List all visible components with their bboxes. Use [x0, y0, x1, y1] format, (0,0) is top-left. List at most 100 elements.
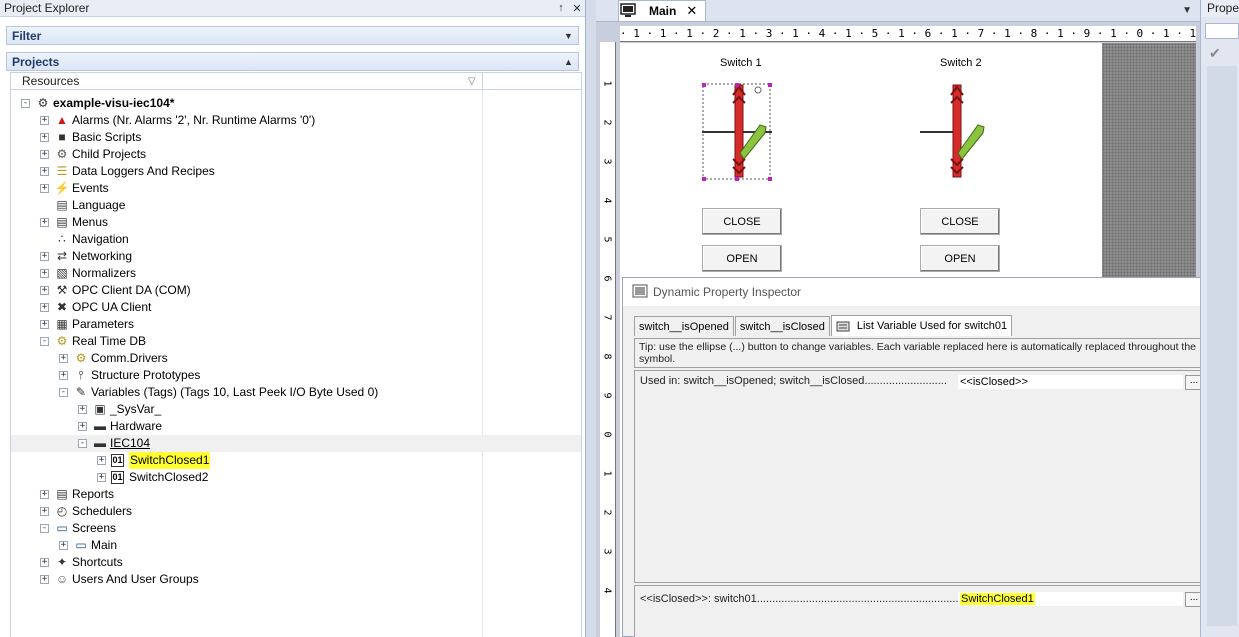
- switch1-open-button[interactable]: OPEN: [702, 245, 782, 272]
- tree-item[interactable]: - ⚙ Real Time DB: [11, 333, 581, 350]
- tab-list-chevron-icon[interactable]: ▼: [1182, 5, 1192, 16]
- chevron-down-icon[interactable]: ▼: [564, 31, 578, 41]
- tree-item[interactable]: - ▬ IEC104: [11, 435, 581, 452]
- tree-item[interactable]: + ✦ Shortcuts: [11, 554, 581, 571]
- variables-icon: ✎: [75, 385, 87, 399]
- chevron-up-icon[interactable]: ▲: [564, 57, 578, 67]
- tree-item[interactable]: + ▤ Menus: [11, 214, 581, 231]
- switch2-graphic: [920, 84, 985, 178]
- switch2-close-button[interactable]: CLOSE: [920, 208, 1000, 235]
- mapping-value-field[interactable]: SwitchClosed1: [958, 592, 1183, 606]
- tree-item[interactable]: ∴ Navigation: [11, 231, 581, 248]
- tree-item[interactable]: - ▭ Screens: [11, 520, 581, 537]
- ruler-number: 2: [601, 509, 613, 516]
- expand-icon[interactable]: +: [97, 473, 106, 482]
- tree-item-label: Language: [72, 198, 126, 212]
- tab-list-variable-used[interactable]: List Variable Used for switch01: [830, 315, 1013, 336]
- tree-item[interactable]: - ⚙ example-visu-iec104*: [11, 95, 581, 112]
- switch1-close-button[interactable]: CLOSE: [702, 208, 782, 235]
- expand-icon[interactable]: +: [78, 405, 87, 414]
- tree-item[interactable]: + ⚙ Comm.Drivers: [11, 350, 581, 367]
- expand-icon[interactable]: +: [78, 422, 87, 431]
- tree-item[interactable]: + ◴ Schedulers: [11, 503, 581, 520]
- tree-item[interactable]: + ⫯ Structure Prototypes: [11, 367, 581, 384]
- tree-item[interactable]: - ✎ Variables (Tags) (Tags 10, Last Peek I…: [11, 384, 581, 401]
- tree-item[interactable]: + ■ Basic Scripts: [11, 129, 581, 146]
- gears-icon: ⚙: [56, 147, 68, 161]
- tree-item-label: Screens: [72, 521, 117, 535]
- collapse-icon[interactable]: -: [59, 388, 68, 397]
- tree-item[interactable]: + ⚙ Child Projects: [11, 146, 581, 163]
- tree-item[interactable]: + ▦ Parameters: [11, 316, 581, 333]
- tree-item[interactable]: + ☺ Users And User Groups: [11, 571, 581, 588]
- tree-item[interactable]: + ☰ Data Loggers And Recipes: [11, 163, 581, 180]
- tree-item[interactable]: + ⚒ OPC Client DA (COM): [11, 282, 581, 299]
- expand-icon[interactable]: +: [40, 150, 49, 159]
- expand-icon[interactable]: +: [40, 507, 49, 516]
- tree-item[interactable]: +01 SwitchClosed1: [11, 452, 581, 469]
- collapse-icon[interactable]: -: [40, 524, 49, 533]
- tree-item-label: Child Projects: [72, 147, 147, 161]
- tab-switch-isclosed[interactable]: switch__isClosed: [734, 316, 830, 336]
- expand-icon[interactable]: +: [40, 490, 49, 499]
- tree-item-label: Alarms (Nr. Alarms '2', Nr. Runtime Alar…: [72, 113, 316, 127]
- switch2-symbol[interactable]: [920, 83, 990, 181]
- collapse-icon[interactable]: -: [40, 337, 49, 346]
- expand-icon[interactable]: +: [40, 252, 49, 261]
- expand-icon[interactable]: +: [40, 286, 49, 295]
- pin-icon[interactable]: ↑: [553, 2, 569, 14]
- expand-icon[interactable]: +: [59, 371, 68, 380]
- tree-item[interactable]: + ✖ OPC UA Client: [11, 299, 581, 316]
- expand-icon[interactable]: +: [59, 354, 68, 363]
- switch2-open-button[interactable]: OPEN: [920, 245, 1000, 272]
- tree-item[interactable]: + ▭ Main: [11, 537, 581, 554]
- tree-item[interactable]: + ▬ Hardware: [11, 418, 581, 435]
- check-icon[interactable]: ✔: [1209, 45, 1239, 62]
- comm-drivers-icon: ⚙: [75, 351, 87, 365]
- realtime-db-icon: ⚙: [56, 334, 68, 348]
- properties-object-selector[interactable]: [1205, 23, 1239, 39]
- tree-item-label: example-visu-iec104*: [53, 96, 175, 110]
- project-explorer-title: Project Explorer: [4, 1, 90, 15]
- tree-item[interactable]: + ⇄ Networking: [11, 248, 581, 265]
- expand-icon[interactable]: +: [97, 456, 106, 465]
- tree-item-label: Real Time DB: [72, 334, 147, 348]
- ruler-number: 4: [601, 197, 613, 204]
- shortcuts-icon: ✦: [56, 555, 68, 569]
- mapping-value-text: SwitchClosed1: [960, 593, 1035, 605]
- resources-column-header[interactable]: Resources ▽: [11, 73, 483, 89]
- collapse-icon[interactable]: -: [78, 439, 87, 448]
- filter-section[interactable]: Filter ▼: [6, 26, 579, 45]
- tree-item[interactable]: + ▲ Alarms (Nr. Alarms '2', Nr. Runtime Al…: [11, 112, 581, 129]
- ruler-number: 3: [601, 158, 613, 165]
- tab-close-icon[interactable]: ✕: [686, 3, 697, 19]
- expand-icon[interactable]: +: [40, 320, 49, 329]
- tree-item[interactable]: + ▣ _SysVar_: [11, 401, 581, 418]
- expand-icon[interactable]: +: [40, 575, 49, 584]
- tree-item[interactable]: +01 SwitchClosed2: [11, 469, 581, 486]
- expand-icon[interactable]: +: [40, 133, 49, 142]
- close-icon[interactable]: ✕: [569, 2, 585, 15]
- used-in-panel: Used in: switch__isOpened; switch__isClo…: [634, 370, 1228, 583]
- expand-icon[interactable]: +: [40, 167, 49, 176]
- expand-icon[interactable]: +: [59, 541, 68, 550]
- expand-icon[interactable]: +: [40, 269, 49, 278]
- opc-client-icon: ⚒: [56, 283, 68, 297]
- expand-icon[interactable]: +: [40, 303, 49, 312]
- filter-icon[interactable]: ▽: [468, 76, 482, 87]
- tree-item[interactable]: + ⚡ Events: [11, 180, 581, 197]
- expand-icon[interactable]: +: [40, 558, 49, 567]
- tab-switch-isopened[interactable]: switch__isOpened: [634, 316, 734, 336]
- tree-item[interactable]: + ▤ Reports: [11, 486, 581, 503]
- opc-ua-icon: ✖: [56, 300, 68, 314]
- expand-icon[interactable]: +: [40, 184, 49, 193]
- projects-section[interactable]: Projects ▲: [6, 52, 579, 71]
- tree-item[interactable]: + ▧ Normalizers: [11, 265, 581, 282]
- tree-item[interactable]: ▤ Language: [11, 197, 581, 214]
- switch1-symbol[interactable]: [702, 83, 772, 181]
- collapse-icon[interactable]: -: [21, 99, 30, 108]
- used-in-value-field[interactable]: <<isClosed>>: [958, 375, 1183, 389]
- expand-icon[interactable]: +: [40, 116, 49, 125]
- tab-main-label: Main: [649, 4, 677, 18]
- expand-icon[interactable]: +: [40, 218, 49, 227]
